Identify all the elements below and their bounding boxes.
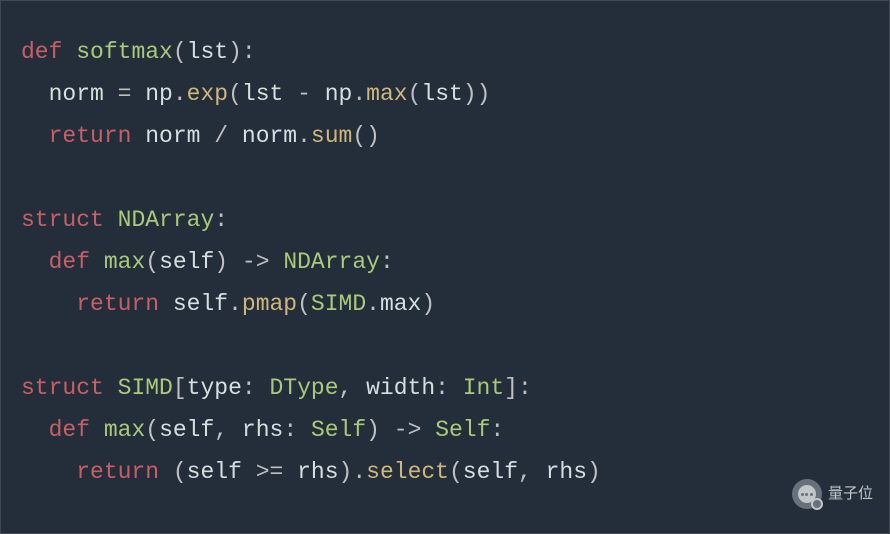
function-name: softmax [76, 39, 173, 65]
type-ndarray: NDArray [118, 207, 215, 233]
type-dtype: DType [270, 375, 339, 401]
code-block: def softmax(lst): norm = np.exp(lst - np… [21, 31, 869, 493]
method-pmap: pmap [242, 291, 297, 317]
method-max-def: max [104, 249, 145, 275]
return-type: NDArray [283, 249, 380, 275]
watermark: 量子位 [792, 473, 873, 515]
type-int: Int [463, 375, 504, 401]
paren-open: ( [173, 39, 187, 65]
method-exp: exp [187, 81, 228, 107]
method-select: select [366, 459, 449, 485]
var-norm: norm [49, 81, 104, 107]
keyword-def: def [21, 39, 62, 65]
type-self: Self [311, 417, 366, 443]
arg: lst [187, 39, 228, 65]
method-max: max [366, 81, 407, 107]
paren-close: ): [228, 39, 256, 65]
keyword-struct: struct [21, 207, 104, 233]
method-sum: sum [311, 123, 352, 149]
type-simd: SIMD [118, 375, 173, 401]
keyword-return: return [49, 123, 132, 149]
wechat-icon [792, 479, 822, 509]
watermark-label: 量子位 [828, 473, 873, 515]
